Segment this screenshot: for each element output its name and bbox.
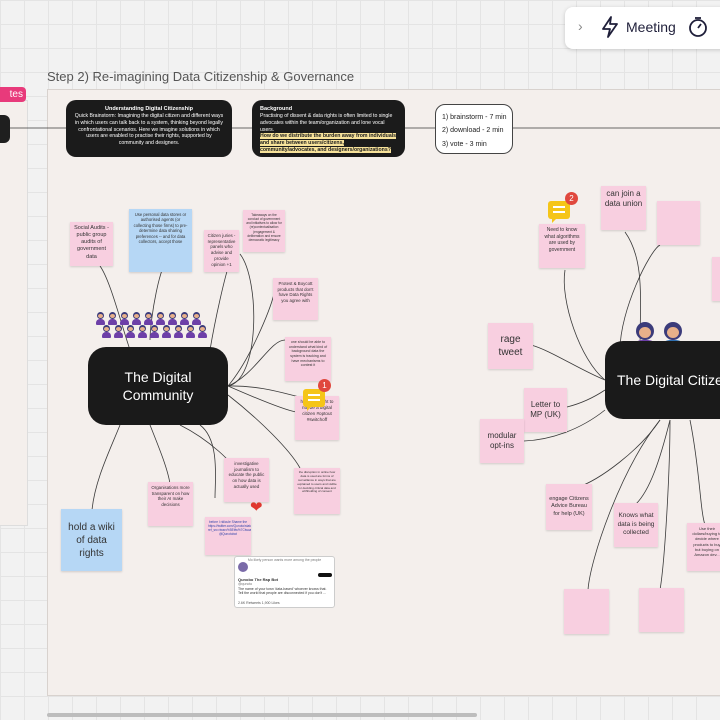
tweet-handle: @qunoto (238, 582, 253, 586)
sticky-dollars-buying[interactable]: Use their dollars/buying to decide where… (687, 523, 720, 571)
sticky-join-data-union[interactable]: can join a data union (601, 186, 646, 230)
understanding-card-title: Understanding Digital Citizenship (104, 106, 193, 112)
person-icon (126, 325, 135, 338)
avatar (238, 562, 248, 572)
sticky-wiki-data-rights[interactable]: hold a wiki of data rights (61, 509, 122, 571)
person-icon (168, 312, 177, 325)
person-icon (108, 312, 117, 325)
timing-step: 3) vote - 3 min (442, 140, 487, 148)
person-icon (192, 312, 201, 325)
sticky-personal-data-stores[interactable]: Use personal data stores or authorised a… (129, 209, 192, 272)
community-people-icon (96, 312, 216, 346)
timing-box[interactable]: 1) brainstorm - 7 min 2) download - 2 mi… (435, 104, 513, 154)
sticky-modular-opt-ins[interactable]: modular opt-ins (480, 419, 524, 463)
sticky-disruption[interactable]: the disruption in online how data is use… (294, 468, 340, 514)
mindmap-center-digital-community[interactable]: The Digital Community (88, 347, 228, 425)
background-card-title: Background (260, 106, 293, 112)
sticky-organisations-transparent[interactable]: Organisations more transparent on how th… (148, 482, 193, 526)
understanding-card-body: Quick Brainstorm: Imagining the digital … (74, 113, 224, 147)
person-icon (102, 325, 111, 338)
horizontal-scrollbar[interactable] (47, 713, 477, 717)
person-icon (144, 312, 153, 325)
person-icon (96, 312, 105, 325)
tweet-embed-card[interactable]: Mo likely person wants more among the pe… (234, 556, 335, 608)
sticky-transparency[interactable]: Takeaways on the conduct of government a… (243, 210, 285, 252)
sticky-knows-data-collected[interactable]: Knows what data is being collected (614, 503, 658, 547)
person-icon (198, 325, 207, 338)
tweet-header: Mo likely person wants more among the pe… (247, 558, 322, 562)
sticky-blank[interactable] (564, 589, 609, 634)
center-node-label: The Digital Citizen (617, 371, 720, 388)
sticky-blank[interactable] (657, 201, 700, 245)
person-icon (138, 325, 147, 338)
center-node-label: The Digital Community (122, 368, 194, 403)
comment-count-badge: 2 (565, 192, 578, 205)
sticky-social-audits[interactable]: Social Audits - public group audits of g… (70, 222, 113, 266)
timing-step: 1) brainstorm - 7 min (442, 114, 507, 121)
person-icon (174, 325, 183, 338)
sticky-rage-tweet[interactable]: rage tweet (488, 323, 533, 369)
understanding-card[interactable]: Understanding Digital Citizenship Quick … (66, 100, 232, 157)
tweet-text: The name of your town 'data-based' whoev… (238, 587, 327, 595)
person-icon (156, 312, 165, 325)
heart-reaction-icon[interactable]: ❤ (250, 498, 263, 516)
person-icon (150, 325, 159, 338)
sticky-citizen-juries[interactable]: Citizen juries - representative panels w… (204, 230, 239, 272)
sticky-letter-to-mp[interactable]: Letter to MP (UK) (524, 388, 567, 432)
sticky-need-to-know-algorithms[interactable]: Need to know what algorithms are used by… (539, 224, 585, 268)
person-icon (114, 325, 123, 338)
follow-button[interactable] (318, 573, 332, 577)
timing-step: 2) download - 2 min (442, 127, 504, 135)
sticky-blank[interactable] (639, 588, 684, 632)
mindmap-center-digital-citizen[interactable]: The Digital Citizen (605, 341, 720, 419)
sticky-partial[interactable] (712, 257, 720, 301)
sticky-understand-tracking[interactable]: one should be able to understand what ki… (285, 337, 331, 381)
person-icon (162, 325, 171, 338)
background-card-body: Practising of dissent & data rights is o… (260, 113, 393, 133)
background-card[interactable]: Background Practising of dissent & data … (252, 100, 405, 157)
tweet-stats: 2.6K Retweets 1,900 Likes (238, 601, 280, 605)
person-icon (132, 312, 141, 325)
person-icon (120, 312, 129, 325)
sticky-citizens-advice[interactable]: engage Citizens Advice Bureau for help (… (546, 484, 592, 530)
comment-count-badge: 1 (318, 379, 331, 392)
background-card-question: How do we distribute the burden away fro… (260, 133, 397, 153)
sticky-protest-boycott[interactable]: Protest & Boycott products that don't ha… (273, 278, 318, 320)
sticky-investigative-journalism[interactable]: investigative journalism to educate the … (224, 458, 269, 502)
person-icon (180, 312, 189, 325)
person-icon (186, 325, 195, 338)
sticky-link-note[interactable]: before I ridicule Shame the https://twit… (205, 517, 251, 555)
